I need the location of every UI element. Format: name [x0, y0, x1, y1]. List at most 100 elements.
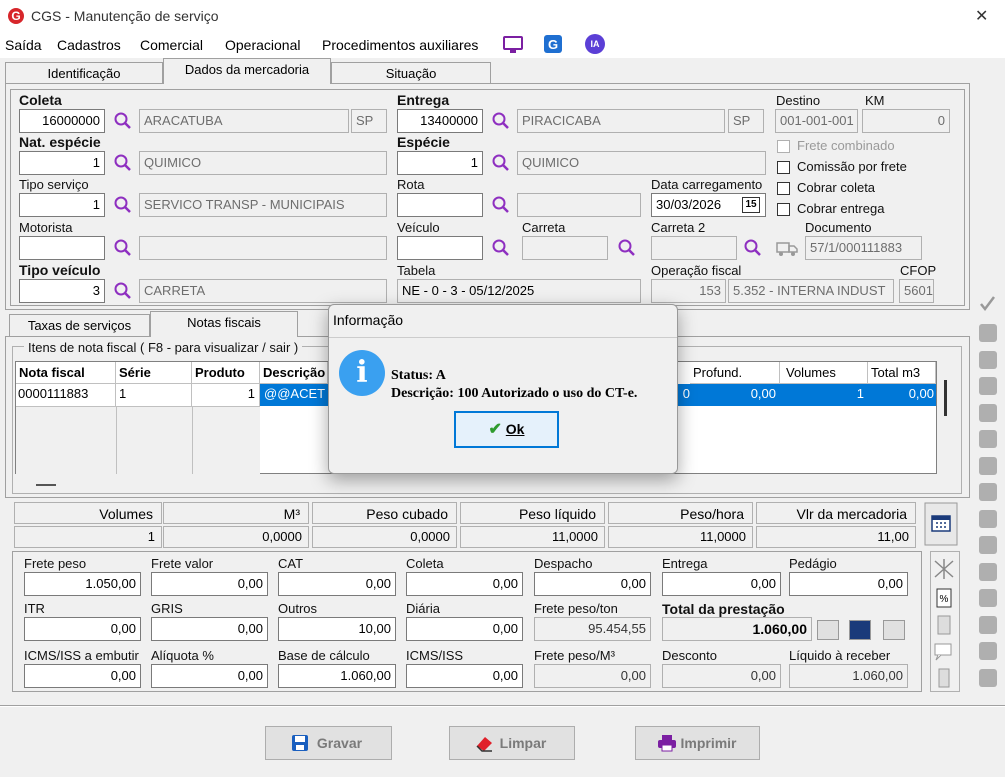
col-volumes[interactable]: Volumes [780, 362, 868, 384]
fin-field[interactable]: 0,00 [662, 572, 781, 596]
nat-especie-input[interactable]: 1 [19, 151, 105, 175]
calculator-small-icon[interactable] [932, 614, 956, 636]
tab-situacao[interactable]: Situação [331, 62, 491, 84]
search-icon[interactable] [491, 111, 511, 131]
book-gray-icon[interactable] [979, 615, 997, 634]
monitor-icon[interactable] [502, 35, 524, 55]
search-icon[interactable] [113, 238, 133, 258]
percent-doc-icon[interactable]: % [932, 587, 956, 609]
grid-scrollbar[interactable] [944, 380, 947, 416]
g-app-icon[interactable]: G [543, 34, 563, 54]
col-produto[interactable]: Produto [192, 362, 260, 384]
search-icon[interactable] [491, 195, 511, 215]
route-icon[interactable] [979, 483, 997, 501]
truck-icon[interactable] [776, 239, 798, 257]
coleta-code-input[interactable]: 16000000 [19, 109, 105, 133]
grid-line [192, 406, 193, 474]
fin-field[interactable]: 10,00 [278, 617, 396, 641]
truck-side-icon[interactable] [979, 509, 997, 528]
search-icon[interactable] [491, 153, 511, 173]
table-icon[interactable] [817, 620, 839, 640]
cargo-icon[interactable] [979, 324, 997, 342]
search-icon[interactable] [617, 238, 637, 258]
calendar-icon[interactable]: 15 [742, 197, 760, 213]
limpar-button[interactable]: Limpar [449, 726, 575, 760]
cell-produto[interactable]: 1 [192, 384, 260, 406]
tipo-veiculo-input[interactable]: 3 [19, 279, 105, 303]
cell-tail[interactable]: 0 [678, 384, 690, 406]
fin-field[interactable]: 0,00 [406, 572, 523, 596]
search-icon[interactable] [113, 281, 133, 301]
fin-field[interactable]: 0,00 [406, 664, 523, 688]
search-icon[interactable] [743, 238, 763, 258]
col-serie[interactable]: Série [116, 362, 192, 384]
fin-field[interactable]: 1.050,00 [24, 572, 141, 596]
sync-icon[interactable] [979, 668, 997, 687]
motorista-input[interactable] [19, 236, 105, 260]
cell-serie[interactable]: 1 [116, 384, 192, 406]
menu-comercial[interactable]: Comercial [140, 37, 203, 53]
cobrar-entrega-checkbox[interactable] [777, 203, 790, 216]
fin-field[interactable]: 0,00 [24, 617, 141, 641]
col-nota-fiscal[interactable]: Nota fiscal [16, 362, 116, 384]
splitter-handle[interactable] [36, 484, 56, 486]
col-profund[interactable]: Profund. [690, 362, 780, 384]
fin-field[interactable]: 0,00 [151, 572, 268, 596]
ok-button[interactable]: ✔ Ok [454, 411, 559, 448]
fin-field[interactable]: 0,00 [151, 664, 268, 688]
book-icon[interactable] [849, 620, 871, 640]
cell-volumes[interactable]: 1 [780, 384, 868, 406]
col-descricao[interactable]: Descrição [260, 362, 328, 384]
fin-field[interactable]: 0,00 [789, 572, 908, 596]
puzzle-gray-icon[interactable] [979, 536, 997, 554]
cloud-icon[interactable] [979, 589, 997, 607]
comment-icon[interactable] [932, 641, 956, 663]
menu-cadastros[interactable]: Cadastros [57, 37, 121, 53]
puzzle-icon[interactable] [883, 620, 905, 640]
especie-input[interactable]: 1 [397, 151, 483, 175]
tab-dados-mercadoria[interactable]: Dados da mercadoria [163, 58, 331, 84]
fin-field[interactable]: 0,00 [406, 617, 523, 641]
subtab-taxas[interactable]: Taxas de serviços [9, 314, 150, 336]
close-icon[interactable]: ✕ [975, 6, 988, 26]
export-icon[interactable] [979, 430, 997, 448]
device-icon[interactable] [932, 667, 956, 689]
menu-saida[interactable]: Saída [5, 37, 42, 53]
destino-label: Destino [776, 93, 821, 108]
comissao-checkbox[interactable] [777, 161, 790, 174]
cell-profund[interactable]: 0,00 [690, 384, 780, 406]
search-icon[interactable] [113, 153, 133, 173]
fin-field[interactable]: 0,00 [278, 572, 396, 596]
network-icon[interactable] [932, 558, 956, 580]
veiculo-input[interactable] [397, 236, 483, 260]
fin-label: Alíquota % [151, 648, 214, 663]
copy-icon[interactable] [979, 456, 997, 475]
tab-identificacao[interactable]: Identificação [5, 62, 163, 84]
fin-field[interactable]: 0,00 [24, 664, 141, 688]
rota-input[interactable] [397, 193, 483, 217]
search-icon[interactable] [491, 238, 511, 258]
fin-field[interactable]: 1.060,00 [278, 664, 396, 688]
cell-total-m3[interactable]: 0,00 [868, 384, 936, 406]
imprimir-button[interactable]: Imprimir [635, 726, 760, 760]
calculator-icon[interactable] [924, 502, 958, 546]
layers-icon[interactable] [979, 562, 997, 581]
subtab-notas-fiscais[interactable]: Notas fiscais [150, 311, 298, 337]
search-icon[interactable] [113, 195, 133, 215]
entrega-code-input[interactable]: 13400000 [397, 109, 483, 133]
search-icon[interactable] [113, 111, 133, 131]
gravar-button[interactable]: Gravar [265, 726, 392, 760]
ia-icon[interactable]: IA [585, 34, 605, 54]
fin-field[interactable]: 0,00 [151, 617, 268, 641]
col-total-m3[interactable]: Total m3 [868, 362, 936, 384]
menu-operacional[interactable]: Operacional [225, 37, 301, 53]
cobrar-coleta-checkbox[interactable] [777, 182, 790, 195]
dollar-icon[interactable] [979, 642, 997, 660]
tipo-servico-input[interactable]: 1 [19, 193, 105, 217]
circle-icon[interactable] [979, 377, 997, 395]
fin-field[interactable]: 0,00 [534, 572, 651, 596]
cell-nota[interactable]: 0000111883 [16, 384, 116, 406]
menu-procedimentos[interactable]: Procedimentos auxiliares [322, 37, 478, 53]
ciot-icon[interactable] [979, 350, 997, 369]
tag-icon[interactable] [979, 403, 997, 422]
